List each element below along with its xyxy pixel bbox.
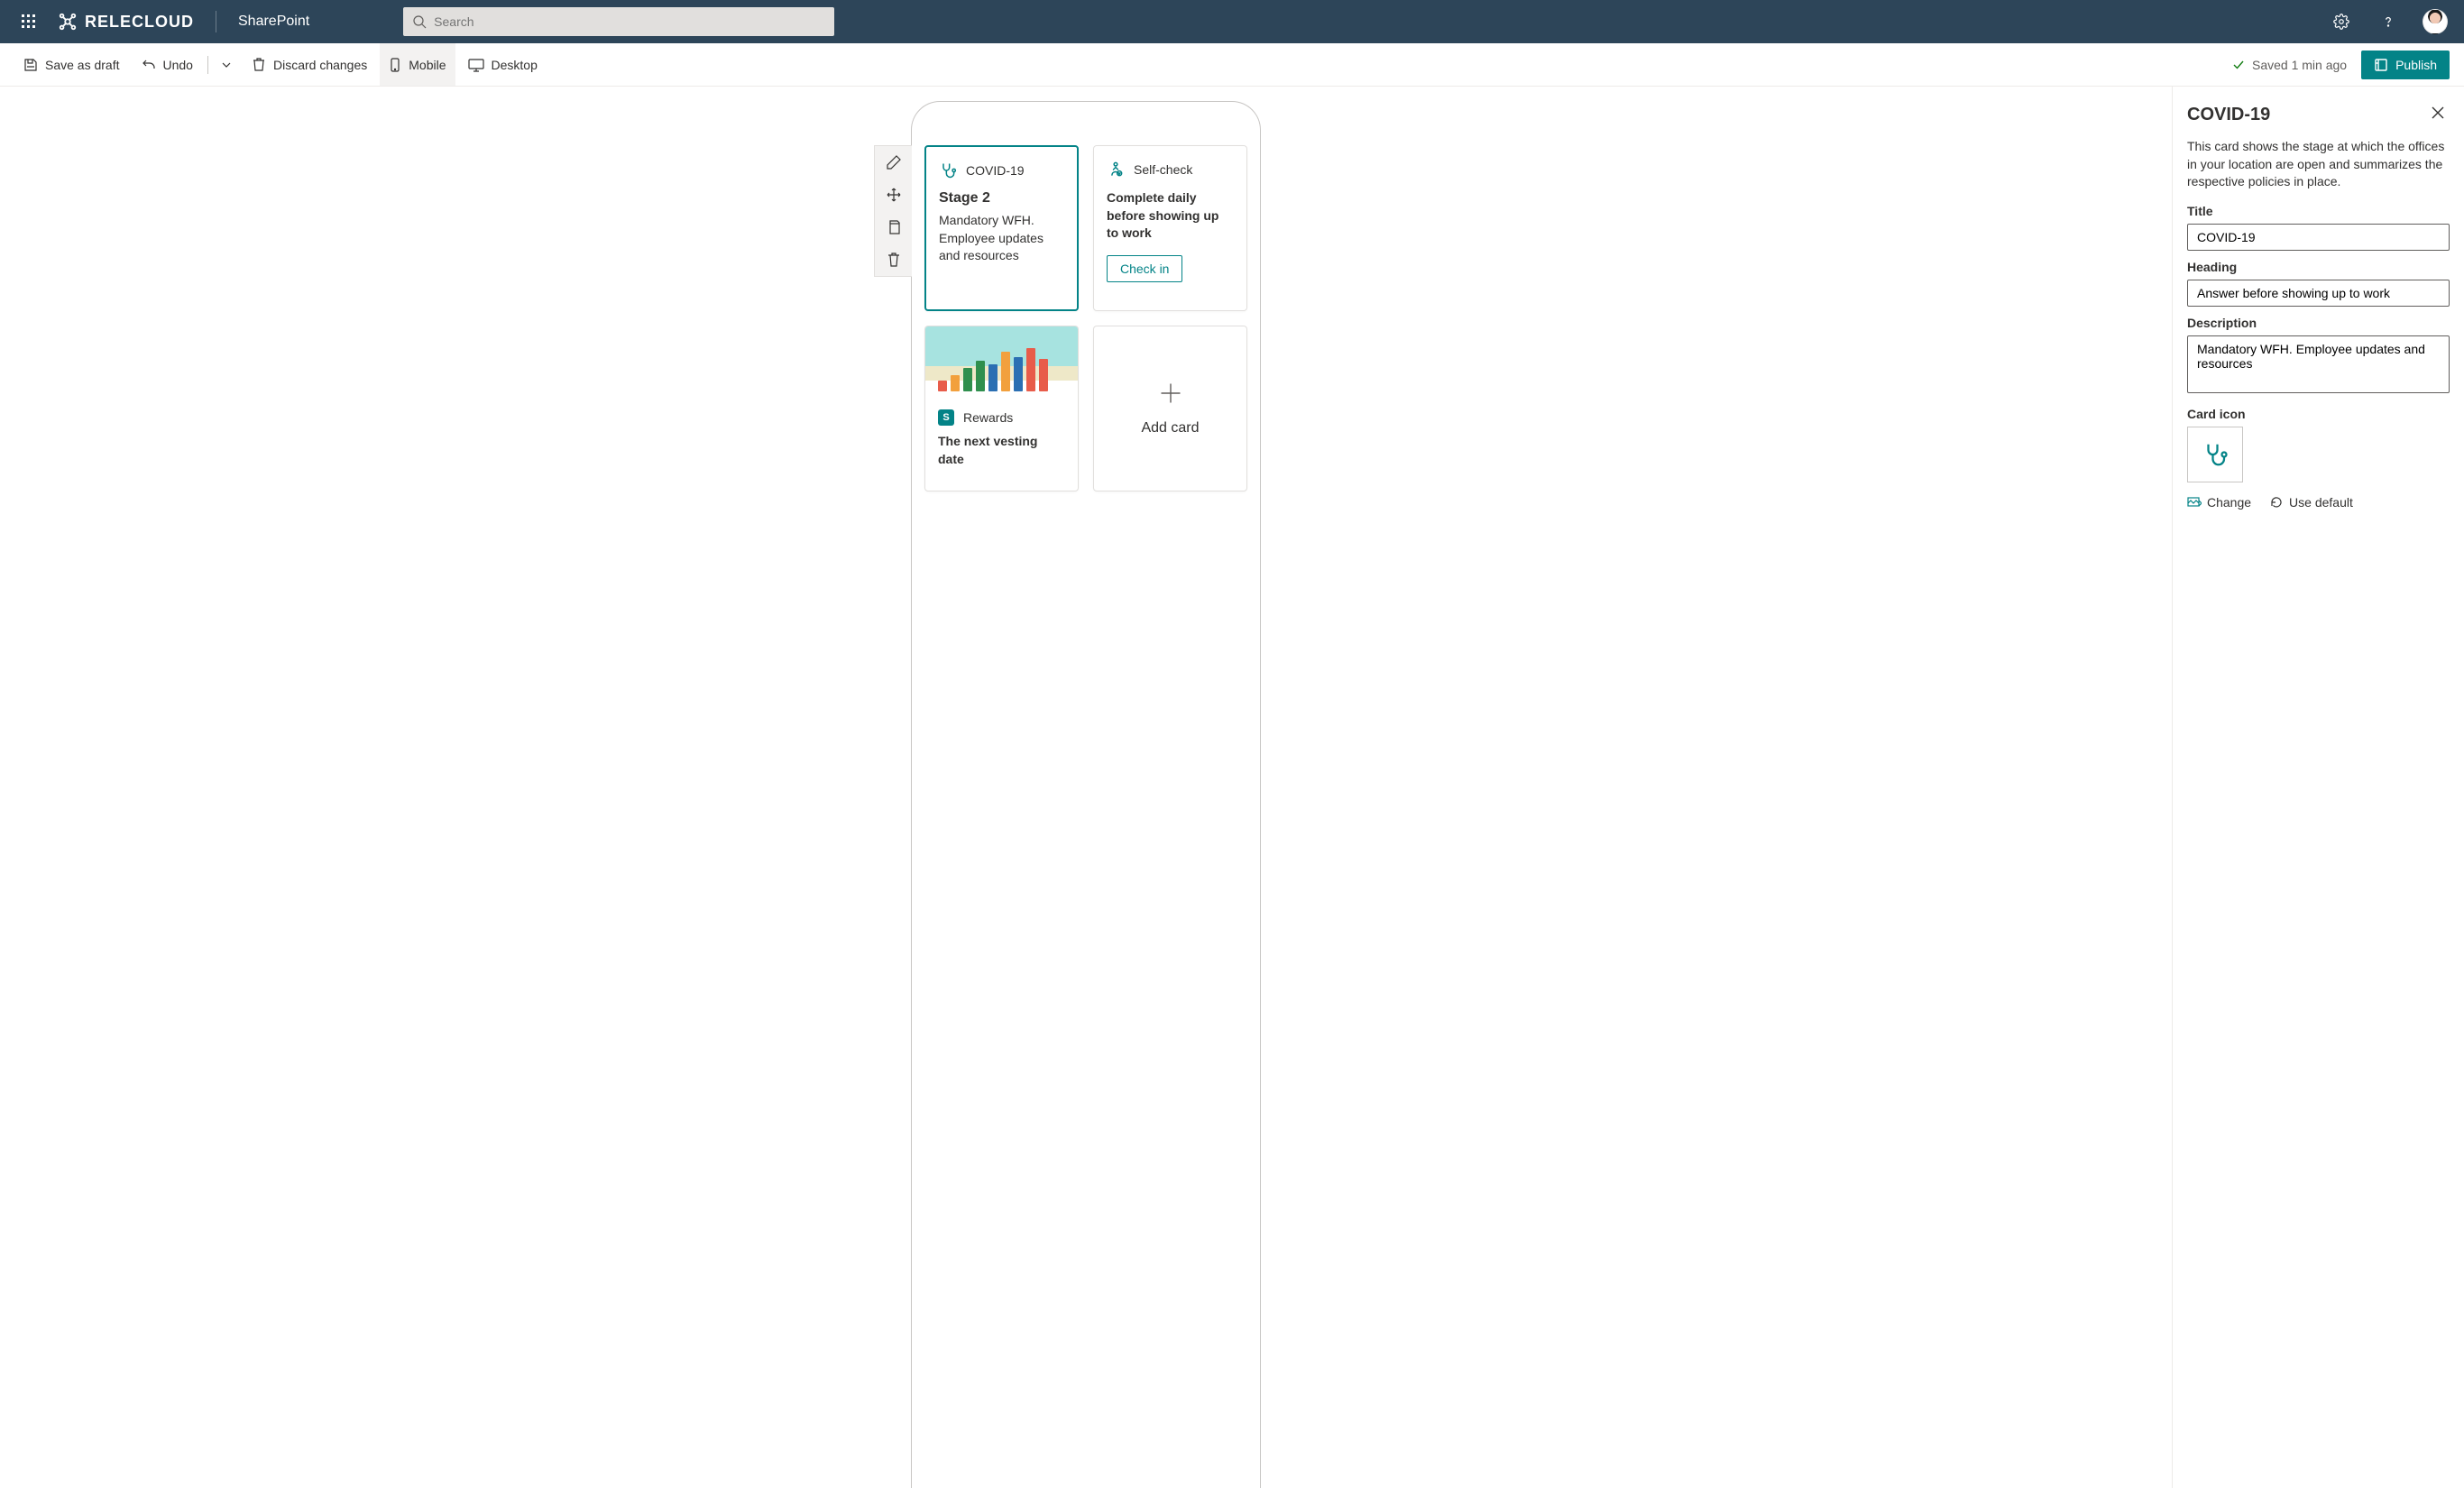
discard-label: Discard changes bbox=[273, 58, 367, 72]
label-card-icon: Card icon bbox=[2187, 407, 2450, 421]
settings-button[interactable] bbox=[2320, 0, 2363, 43]
mobile-icon bbox=[389, 58, 401, 72]
search-input[interactable] bbox=[434, 14, 825, 29]
stethoscope-icon bbox=[939, 161, 957, 179]
move-icon bbox=[886, 187, 902, 203]
edit-tool-button[interactable] bbox=[875, 146, 913, 179]
change-label: Change bbox=[2207, 495, 2251, 510]
publish-icon bbox=[2374, 58, 2388, 72]
trash-icon bbox=[886, 252, 902, 268]
suite-actions bbox=[2320, 0, 2457, 43]
card-body: The next vesting date bbox=[938, 433, 1065, 468]
card-icon-preview[interactable] bbox=[2187, 427, 2243, 482]
copy-icon bbox=[886, 219, 902, 235]
discard-button[interactable]: Discard changes bbox=[243, 43, 376, 86]
card-header: S Rewards bbox=[938, 409, 1065, 426]
search-container bbox=[403, 7, 834, 36]
publish-label: Publish bbox=[2395, 58, 2437, 72]
tenant-brand: RELECLOUD bbox=[58, 12, 208, 32]
card-title: Rewards bbox=[963, 410, 1013, 425]
image-swap-icon bbox=[2187, 495, 2202, 510]
reset-icon bbox=[2269, 495, 2284, 510]
save-status: Saved 1 min ago bbox=[2232, 58, 2358, 72]
waffle-icon bbox=[22, 14, 36, 29]
desktop-label: Desktop bbox=[492, 58, 538, 72]
search-icon bbox=[412, 14, 427, 29]
mobile-label: Mobile bbox=[409, 58, 446, 72]
duplicate-tool-button[interactable] bbox=[875, 211, 913, 243]
move-tool-button[interactable] bbox=[875, 179, 913, 211]
brand-logo-icon bbox=[58, 12, 78, 32]
view-mobile-tab[interactable]: Mobile bbox=[380, 43, 455, 86]
undo-label: Undo bbox=[163, 58, 193, 72]
panel-title: COVID-19 bbox=[2187, 105, 2270, 125]
save-draft-label: Save as draft bbox=[45, 58, 120, 72]
input-description[interactable] bbox=[2187, 335, 2450, 393]
card-title: Self-check bbox=[1134, 162, 1192, 177]
undo-more-button[interactable] bbox=[214, 60, 239, 70]
plus-icon bbox=[1158, 381, 1183, 406]
close-icon bbox=[2430, 105, 2446, 121]
panel-description: This card shows the stage at which the o… bbox=[2187, 138, 2450, 191]
use-default-button[interactable]: Use default bbox=[2269, 495, 2353, 510]
card-illustration bbox=[925, 326, 1078, 399]
card-grid: COVID-19 Stage 2 Mandatory WFH. Employee… bbox=[924, 145, 1247, 491]
save-status-text: Saved 1 min ago bbox=[2252, 58, 2347, 72]
input-heading[interactable] bbox=[2187, 280, 2450, 307]
app-launcher-button[interactable] bbox=[7, 0, 51, 43]
label-heading: Heading bbox=[2187, 260, 2450, 274]
card-selfcheck[interactable]: Self-check Complete daily before showing… bbox=[1093, 145, 1247, 311]
close-panel-button[interactable] bbox=[2426, 101, 2450, 129]
save-icon bbox=[23, 58, 38, 72]
delete-tool-button[interactable] bbox=[875, 243, 913, 276]
card-body: Mandatory WFH. Employee updates and reso… bbox=[939, 212, 1064, 265]
tenant-name: RELECLOUD bbox=[85, 13, 194, 32]
add-card-label: Add card bbox=[1141, 420, 1199, 436]
discard-icon bbox=[252, 58, 266, 72]
undo-icon bbox=[142, 58, 156, 72]
view-desktop-tab[interactable]: Desktop bbox=[459, 43, 547, 86]
avatar-icon bbox=[2423, 9, 2448, 34]
properties-panel: COVID-19 This card shows the stage at wh… bbox=[2172, 87, 2464, 1488]
account-button[interactable] bbox=[2413, 0, 2457, 43]
pencil-icon bbox=[886, 154, 902, 170]
card-title: COVID-19 bbox=[966, 163, 1025, 178]
checkin-button[interactable]: Check in bbox=[1107, 255, 1182, 282]
check-icon bbox=[2232, 59, 2245, 71]
separator bbox=[207, 56, 208, 74]
use-default-label: Use default bbox=[2289, 495, 2353, 510]
search-box[interactable] bbox=[403, 7, 834, 36]
card-header: COVID-19 bbox=[939, 161, 1064, 179]
card-rewards[interactable]: S Rewards The next vesting date bbox=[924, 326, 1079, 491]
add-card-button[interactable]: Add card bbox=[1093, 326, 1247, 491]
help-icon bbox=[2380, 14, 2396, 30]
workspace: COVID-19 Stage 2 Mandatory WFH. Employee… bbox=[0, 87, 2464, 1488]
label-title: Title bbox=[2187, 204, 2450, 218]
input-title[interactable] bbox=[2187, 224, 2450, 251]
card-covid[interactable]: COVID-19 Stage 2 Mandatory WFH. Employee… bbox=[924, 145, 1079, 311]
help-button[interactable] bbox=[2367, 0, 2410, 43]
product-name: SharePoint bbox=[224, 14, 324, 30]
card-header: Self-check bbox=[1107, 161, 1234, 179]
gear-icon bbox=[2333, 14, 2349, 30]
desktop-icon bbox=[468, 58, 484, 72]
undo-button[interactable]: Undo bbox=[133, 43, 202, 86]
mobile-preview-frame: COVID-19 Stage 2 Mandatory WFH. Employee… bbox=[911, 101, 1261, 1488]
canvas: COVID-19 Stage 2 Mandatory WFH. Employee… bbox=[0, 87, 2172, 1488]
card-body: Complete daily before showing up to work bbox=[1107, 189, 1234, 243]
stethoscope-icon bbox=[2202, 441, 2229, 468]
command-bar: Save as draft Undo Discard changes Mobil… bbox=[0, 43, 2464, 87]
label-description: Description bbox=[2187, 316, 2450, 330]
checkin-label: Check in bbox=[1120, 262, 1169, 276]
suite-header: RELECLOUD SharePoint bbox=[0, 0, 2464, 43]
publish-button[interactable]: Publish bbox=[2361, 51, 2450, 79]
sharepoint-logo-icon: S bbox=[938, 409, 954, 426]
card-tool-rail bbox=[874, 145, 912, 277]
save-draft-button[interactable]: Save as draft bbox=[14, 43, 129, 86]
card-heading: Stage 2 bbox=[939, 190, 1064, 207]
chevron-down-icon bbox=[221, 60, 232, 70]
person-check-icon bbox=[1107, 161, 1125, 179]
change-icon-button[interactable]: Change bbox=[2187, 495, 2251, 510]
